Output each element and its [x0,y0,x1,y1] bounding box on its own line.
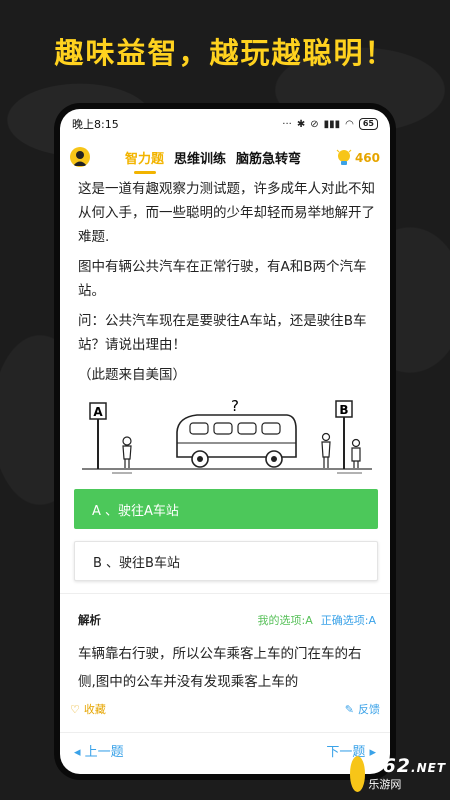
bluetooth-icon: ✱ [296,118,306,130]
alarm-icon: ⊘ [310,118,319,130]
edit-icon: ✎ [344,702,354,716]
more-dots-icon: ··· [282,118,292,130]
sign-b-label: B [339,403,348,417]
prev-label: 上一题 [84,745,124,760]
my-choice: 我的选项:A [257,614,313,627]
phone-frame: 晚上8:15 ··· ✱ ⊘ ▮▮▮ ◠ 65 智力题 思维训练 脑筋急转弯 4… [54,103,396,780]
top-navigation: 智力题 思维训练 脑筋急转弯 460 [60,139,390,175]
analysis-title: 解析 [78,613,101,627]
section-divider [60,593,390,594]
watermark-text: 962.NET 乐游网 [368,756,446,792]
question-mark-label: ? [231,397,239,415]
chevron-left-icon: ◂ [74,745,81,760]
correct-choice: 正确选项:A [320,614,376,627]
status-bar: 晚上8:15 ··· ✱ ⊘ ▮▮▮ ◠ 65 [60,109,390,139]
lightbulb-icon [336,149,352,165]
status-icons: ··· ✱ ⊘ ▮▮▮ ◠ 65 [282,118,378,130]
watermark-logo-icon [350,756,366,792]
option-b[interactable]: B 、驶往B车站 [74,541,378,581]
question-source: （此题来自美国） [78,367,186,383]
analysis-text: 车辆靠右行驶，所以公车乘客上车的门在车的右侧,图中的公车并没有发现乘客上车的 [78,646,362,690]
score-value: 460 [354,151,380,165]
sign-a-label: A [93,405,103,419]
question-pager: ◂ 上一题 下一题 ▸ [60,732,390,774]
question-content: 这是一道有趣观察力测试题，许多成年人对此不知从何入手，而一些聪明的少年却轻而易举… [60,175,390,696]
battery-icon: 65 [358,118,378,130]
promo-headline: 趣味益智，越玩越聪明！ [54,36,396,70]
feedback-button[interactable]: ✎ 反馈 [345,701,380,717]
category-tabs: 智力题 思维训练 脑筋急转弯 [120,148,306,167]
question-ask: 问：公共汽车现在是要驶往A车站，还是驶往B车站？请说出理由！ [78,313,367,353]
status-time: 晚上8:15 [72,118,119,131]
app-screen: 晚上8:15 ··· ✱ ⊘ ▮▮▮ ◠ 65 智力题 思维训练 脑筋急转弯 4… [60,109,390,774]
tab-brain-teasers[interactable]: 脑筋急转弯 [231,148,306,167]
tab-thinking-training[interactable]: 思维训练 [169,148,231,167]
favorite-button[interactable]: ♡ 收藏 [70,701,106,717]
tab-puzzles[interactable]: 智力题 [120,148,169,167]
watermark-number: 962.NET [368,755,446,777]
action-bar: ♡ 收藏 ✎ 反馈 [70,696,380,722]
feedback-label: 反馈 [358,703,380,716]
option-a[interactable]: A 、驶往A车站 [74,489,378,529]
analysis-header: 解析 我的选项:A 正确选项:A [78,612,376,628]
prev-question-button[interactable]: ◂ 上一题 [74,741,124,760]
answer-summary: 我的选项:A 正确选项:A [258,612,376,628]
favorite-label: 收藏 [83,703,106,716]
question-scenario: 图中有辆公共汽车在正常行驶，有A和B两个汽车站。 [78,259,367,299]
heart-icon: ♡ [70,702,80,716]
watermark-subtitle: 乐游网 [368,778,402,791]
score-display[interactable]: 460 [336,148,380,168]
site-watermark: 962.NET 乐游网 [350,752,446,796]
bus-illustration: A ? B [82,397,372,474]
user-icon [73,151,87,166]
question-intro: 这是一道有趣观察力测试题，许多成年人对此不知从何入手，而一些聪明的少年却轻而易举… [78,181,375,245]
avatar[interactable] [70,147,90,167]
signal-icon: ▮▮▮ [323,118,341,130]
wifi-icon: ◠ [345,118,354,130]
